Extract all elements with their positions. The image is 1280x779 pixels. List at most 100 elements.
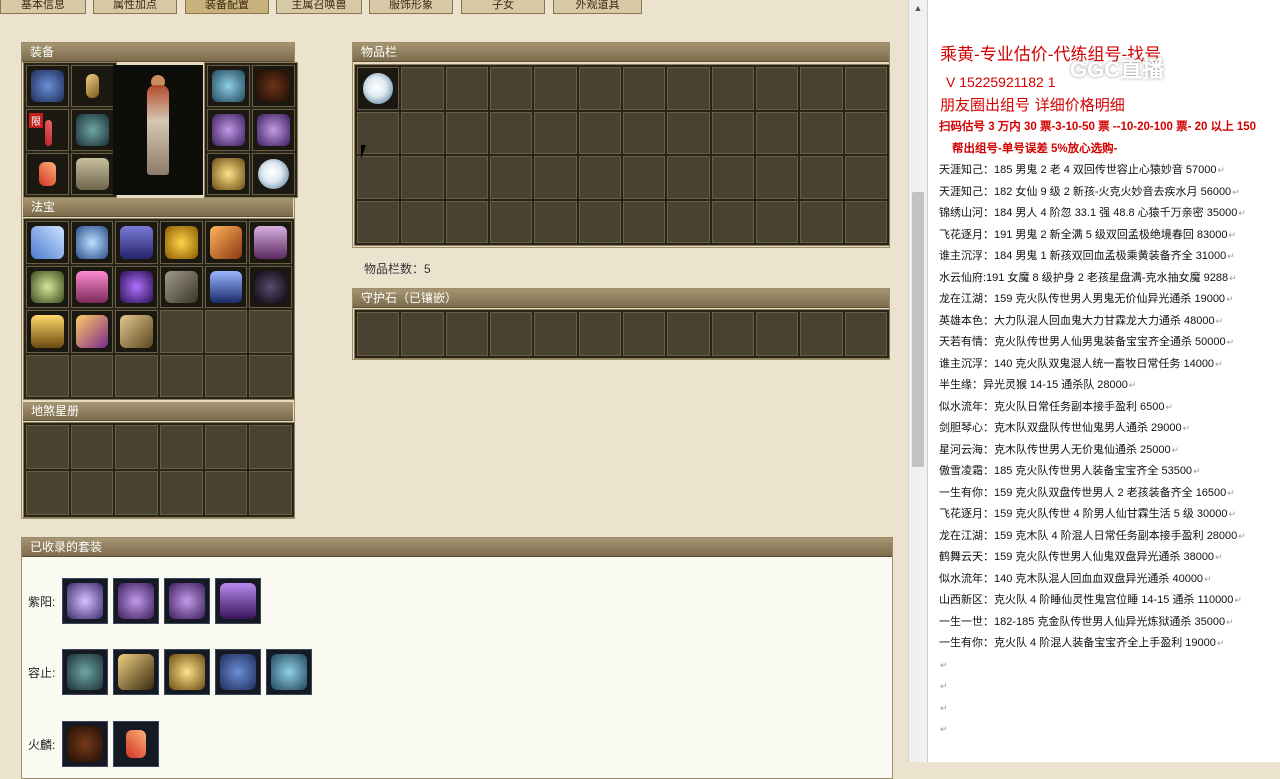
fabao-slot[interactable] bbox=[115, 221, 158, 264]
fabao-slot[interactable] bbox=[249, 221, 292, 264]
equip-slot-orb[interactable] bbox=[252, 153, 295, 195]
inventory-slot[interactable] bbox=[667, 156, 710, 199]
equip-slot-boots[interactable] bbox=[71, 153, 114, 195]
inventory-slot[interactable] bbox=[711, 200, 754, 243]
inventory-slot[interactable] bbox=[711, 156, 754, 199]
guardstone-slot[interactable] bbox=[755, 312, 799, 356]
fabao-slot-empty[interactable] bbox=[204, 354, 248, 397]
inventory-slot[interactable] bbox=[800, 111, 843, 154]
equip-slot-helmet[interactable] bbox=[26, 65, 69, 107]
inventory-slot[interactable] bbox=[711, 111, 754, 154]
inventory-slot-orb[interactable] bbox=[357, 67, 400, 110]
inventory-slot[interactable] bbox=[534, 156, 577, 199]
inventory-slot[interactable] bbox=[445, 200, 488, 243]
inventory-slot[interactable] bbox=[357, 200, 400, 243]
inventory-slot[interactable] bbox=[578, 156, 621, 199]
suit-icon[interactable] bbox=[62, 578, 108, 624]
inventory-slot[interactable] bbox=[489, 111, 533, 154]
suit-icon[interactable] bbox=[215, 649, 261, 695]
equip-slot-ring-2[interactable] bbox=[252, 109, 295, 151]
fabao-slot[interactable] bbox=[70, 310, 114, 353]
inventory-slot[interactable] bbox=[800, 156, 843, 199]
equip-slot-necklace[interactable] bbox=[252, 65, 295, 107]
equip-slot-weapon[interactable] bbox=[71, 65, 114, 107]
inventory-slot[interactable] bbox=[667, 200, 710, 243]
inventory-slot[interactable] bbox=[844, 200, 887, 243]
inventory-slot[interactable] bbox=[667, 111, 710, 154]
inventory-slot[interactable] bbox=[489, 200, 533, 243]
disha-slot[interactable] bbox=[249, 471, 292, 515]
tab-appearance-items[interactable]: 外观道具 bbox=[553, 0, 642, 14]
fabao-slot[interactable] bbox=[26, 310, 69, 353]
disha-slot[interactable] bbox=[115, 425, 158, 469]
inventory-slot[interactable] bbox=[489, 67, 533, 110]
tab-equipment[interactable]: 装备配置 bbox=[185, 0, 269, 14]
page-scrollbar[interactable]: ▲ bbox=[908, 0, 927, 762]
suit-icon[interactable] bbox=[113, 649, 159, 695]
suit-icon[interactable] bbox=[164, 649, 210, 695]
guardstone-slot[interactable] bbox=[844, 312, 887, 356]
inventory-slot[interactable] bbox=[578, 67, 621, 110]
fabao-slot[interactable] bbox=[70, 221, 114, 264]
inventory-slot[interactable] bbox=[622, 200, 666, 243]
guardstone-slot[interactable] bbox=[489, 312, 533, 356]
inventory-slot[interactable] bbox=[489, 156, 533, 199]
inventory-slot[interactable] bbox=[445, 67, 488, 110]
disha-slot[interactable] bbox=[160, 425, 203, 469]
inventory-slot[interactable] bbox=[844, 111, 887, 154]
disha-slot[interactable] bbox=[160, 471, 203, 515]
disha-slot[interactable] bbox=[204, 425, 248, 469]
suit-icon[interactable] bbox=[266, 649, 312, 695]
fabao-slot[interactable] bbox=[26, 221, 69, 264]
fabao-slot[interactable] bbox=[70, 265, 114, 308]
fabao-slot[interactable] bbox=[26, 265, 69, 308]
inventory-slot[interactable] bbox=[445, 111, 488, 154]
inventory-slot[interactable] bbox=[622, 111, 666, 154]
guardstone-slot[interactable] bbox=[445, 312, 488, 356]
suit-icon[interactable] bbox=[164, 578, 210, 624]
fabao-slot[interactable] bbox=[115, 310, 158, 353]
guardstone-slot[interactable] bbox=[667, 312, 710, 356]
fabao-slot[interactable] bbox=[160, 265, 203, 308]
inventory-slot[interactable] bbox=[401, 111, 444, 154]
guardstone-slot[interactable] bbox=[401, 312, 444, 356]
suit-icon[interactable] bbox=[113, 721, 159, 767]
equip-slot-bracelet[interactable] bbox=[207, 153, 250, 195]
fabao-slot-empty[interactable] bbox=[249, 310, 292, 353]
equip-slot-crown[interactable] bbox=[207, 65, 250, 107]
suit-icon[interactable] bbox=[62, 649, 108, 695]
disha-slot[interactable] bbox=[26, 425, 69, 469]
fabao-slot[interactable] bbox=[249, 265, 292, 308]
equip-slot-amulet[interactable] bbox=[26, 153, 69, 195]
fabao-slot[interactable] bbox=[204, 221, 248, 264]
disha-slot[interactable] bbox=[249, 425, 292, 469]
inventory-slot[interactable] bbox=[844, 156, 887, 199]
inventory-slot[interactable] bbox=[755, 67, 799, 110]
scrollbar-thumb[interactable] bbox=[912, 192, 924, 467]
inventory-slot[interactable] bbox=[755, 156, 799, 199]
fabao-slot-empty[interactable] bbox=[204, 310, 248, 353]
guardstone-slot[interactable] bbox=[622, 312, 666, 356]
inventory-slot[interactable] bbox=[401, 67, 444, 110]
inventory-slot[interactable] bbox=[445, 156, 488, 199]
tab-pets[interactable]: 主属召唤兽 bbox=[276, 0, 362, 14]
fabao-slot-empty[interactable] bbox=[70, 354, 114, 397]
disha-slot[interactable] bbox=[70, 425, 114, 469]
suit-icon[interactable] bbox=[215, 578, 261, 624]
disha-slot[interactable] bbox=[26, 471, 69, 515]
inventory-slot[interactable] bbox=[622, 67, 666, 110]
inventory-slot[interactable] bbox=[357, 156, 400, 199]
tab-costumes[interactable]: 服饰形象 bbox=[369, 0, 453, 14]
equip-slot-armor[interactable] bbox=[71, 109, 114, 151]
tab-basic-info[interactable]: 基本信息 bbox=[0, 0, 86, 14]
inventory-slot[interactable] bbox=[534, 111, 577, 154]
guardstone-slot[interactable] bbox=[800, 312, 843, 356]
disha-slot[interactable] bbox=[115, 471, 158, 515]
tab-children[interactable]: 子女 bbox=[461, 0, 545, 14]
inventory-slot[interactable] bbox=[667, 67, 710, 110]
disha-slot[interactable] bbox=[204, 471, 248, 515]
inventory-slot[interactable] bbox=[401, 200, 444, 243]
equip-slot-limited[interactable]: 限 bbox=[26, 109, 69, 151]
inventory-slot[interactable] bbox=[401, 156, 444, 199]
fabao-slot-empty[interactable] bbox=[160, 354, 203, 397]
